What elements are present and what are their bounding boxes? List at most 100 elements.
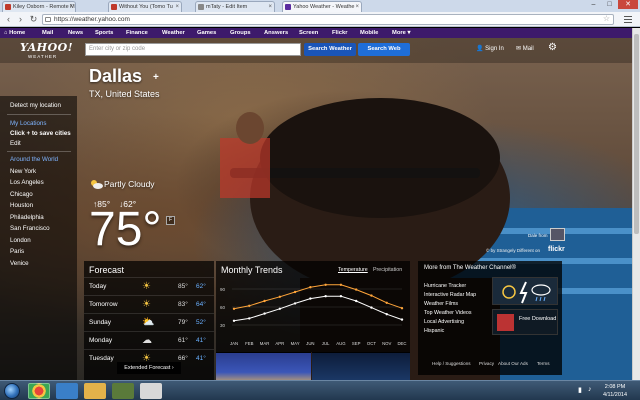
flickr-logo[interactable]: flickr — [548, 246, 565, 253]
start-button[interactable] — [4, 383, 20, 399]
unit-toggle-button[interactable]: F — [166, 216, 175, 225]
data-point — [278, 295, 282, 298]
forecast-row[interactable]: Tomorrow ☀ 83° 64° — [84, 295, 214, 313]
browser-menu-icon[interactable] — [622, 14, 634, 25]
weather-promo-tile[interactable] — [492, 277, 558, 305]
tab-precipitation[interactable]: Precipitation — [373, 267, 402, 273]
data-point — [385, 301, 388, 304]
x-tick-label: JUL — [322, 341, 330, 346]
data-point — [324, 283, 327, 286]
nav-news[interactable]: News — [68, 28, 83, 38]
city-link[interactable]: Chicago — [10, 191, 33, 198]
close-window-button[interactable]: ✕ — [618, 0, 638, 9]
data-point — [232, 319, 236, 322]
reload-icon[interactable]: ↻ — [28, 14, 39, 25]
detect-location-link[interactable]: Detect my location — [10, 102, 61, 109]
minimize-button[interactable]: – — [586, 0, 601, 9]
gear-icon[interactable]: ⚙ — [548, 43, 557, 53]
yahoo-top-nav: ⌂ Home Mail News Sports Finance Weather … — [0, 28, 632, 38]
data-point — [278, 307, 282, 310]
forward-icon[interactable]: › — [15, 14, 26, 25]
more-link[interactable]: Weather Films — [424, 301, 458, 307]
search-input[interactable]: Enter city or zip code — [85, 43, 301, 56]
nav-finance[interactable]: Finance — [126, 28, 148, 38]
tab-close-icon[interactable]: × — [268, 2, 272, 12]
free-download-tile[interactable]: Free Download — [492, 309, 558, 335]
more-link[interactable]: Hispanic — [424, 328, 444, 334]
around-world-heading: Around the World — [10, 156, 59, 163]
maximize-button[interactable]: □ — [602, 0, 617, 9]
nav-mobile[interactable]: Mobile — [360, 28, 378, 38]
app-icon[interactable] — [140, 383, 162, 399]
x-tick-label: JAN — [230, 341, 238, 346]
browser-tab[interactable]: mTaty - Edit Item × — [195, 1, 275, 12]
tab-temperature[interactable]: Temperature — [338, 267, 368, 273]
photo-credit[interactable]: © by Strangely Different on — [486, 248, 540, 253]
edit-locations-link[interactable]: Edit — [10, 140, 21, 147]
tab-close-icon[interactable]: × — [355, 2, 359, 12]
location-sidebar: Detect my location My Locations Click + … — [0, 96, 77, 380]
nav-weather[interactable]: Weather — [162, 28, 185, 38]
city-link[interactable]: San Francisco — [10, 225, 50, 232]
nav-more[interactable]: More ▾ — [392, 28, 410, 38]
x-tick-label: JUN — [306, 341, 314, 346]
network-icon[interactable]: ▮ — [578, 386, 582, 394]
footer-link[interactable]: Help / Suggestions — [432, 361, 471, 366]
more-link[interactable]: Top Weather Videos — [424, 310, 472, 316]
chrome-icon[interactable] — [28, 383, 50, 399]
extended-forecast-button[interactable]: Extended Forecast › — [117, 362, 181, 374]
search-weather-button[interactable]: Search Weather — [304, 43, 356, 56]
forecast-row[interactable]: Today ☀ 85° 62° — [84, 277, 214, 295]
yahoo-weather-logo[interactable]: YAHOO! — [20, 41, 73, 54]
mail-link[interactable]: ✉ Mail — [516, 45, 534, 52]
nav-home[interactable]: ⌂ Home — [4, 28, 25, 38]
address-bar[interactable]: https://weather.yahoo.com ☆ — [42, 14, 614, 25]
more-link[interactable]: Hurricane Tracker — [424, 283, 466, 289]
nav-games[interactable]: Games — [197, 28, 216, 38]
photo-tile[interactable] — [312, 352, 410, 380]
more-link[interactable]: Local Advertising — [424, 319, 464, 325]
tab-close-icon[interactable]: × — [69, 2, 73, 12]
ie-icon[interactable] — [56, 383, 78, 399]
city-link[interactable]: London — [10, 237, 31, 244]
footer-link[interactable]: Terms — [537, 361, 550, 366]
city-link[interactable]: Venice — [10, 260, 29, 267]
forecast-row[interactable]: Sunday ⛅ 79° 52° — [84, 313, 214, 331]
browser-tab[interactable]: Kiley Osborn - Remote Mi × — [2, 1, 76, 12]
city-link[interactable]: Houston — [10, 202, 33, 209]
search-web-button[interactable]: Search Web — [358, 43, 410, 56]
browser-tab[interactable]: Without You (Tomo Tu × — [108, 1, 182, 12]
app-icon[interactable] — [112, 383, 134, 399]
forecast-day: Tomorrow — [89, 301, 118, 308]
nav-screen[interactable]: Screen — [299, 28, 318, 38]
volume-icon[interactable]: ♪ — [588, 386, 592, 393]
footer-link[interactable]: Privacy — [479, 361, 494, 366]
explorer-icon[interactable] — [84, 383, 106, 399]
nav-sports[interactable]: Sports — [95, 28, 113, 38]
forecast-low: 41° — [196, 355, 206, 362]
clock[interactable]: 2:08 PM 4/11/2014 — [600, 383, 630, 399]
nav-answers[interactable]: Answers — [264, 28, 288, 38]
bookmark-star-icon[interactable]: ☆ — [603, 14, 610, 23]
city-link[interactable]: Philadelphia — [10, 214, 44, 221]
footer-link[interactable]: About Our Ads — [498, 361, 528, 366]
city-link[interactable]: Los Angeles — [10, 179, 44, 186]
photo-thumbnail[interactable] — [550, 228, 565, 241]
sign-in-link[interactable]: 👤 Sign In — [476, 45, 504, 52]
trends-title: Monthly Trends — [221, 265, 283, 275]
back-icon[interactable]: ‹ — [3, 14, 14, 25]
time: 2:08 PM — [604, 384, 626, 390]
forecast-row[interactable]: Monday ☁ 61° 41° — [84, 331, 214, 349]
browser-tab-active[interactable]: Yahoo Weather - Weathe × — [282, 1, 362, 12]
tab-close-icon[interactable]: × — [175, 2, 179, 12]
scroll-thumb[interactable] — [634, 34, 639, 234]
nav-groups[interactable]: Groups — [230, 28, 251, 38]
city-link[interactable]: Paris — [10, 248, 24, 255]
add-city-button[interactable]: + — [153, 72, 159, 83]
more-link[interactable]: Interactive Radar Map — [424, 292, 476, 298]
nav-flickr[interactable]: Flickr — [332, 28, 347, 38]
photo-tile[interactable] — [216, 352, 311, 380]
nav-mail[interactable]: Mail — [42, 28, 53, 38]
city-link[interactable]: New York — [10, 168, 36, 175]
scrollbar[interactable] — [632, 28, 640, 380]
